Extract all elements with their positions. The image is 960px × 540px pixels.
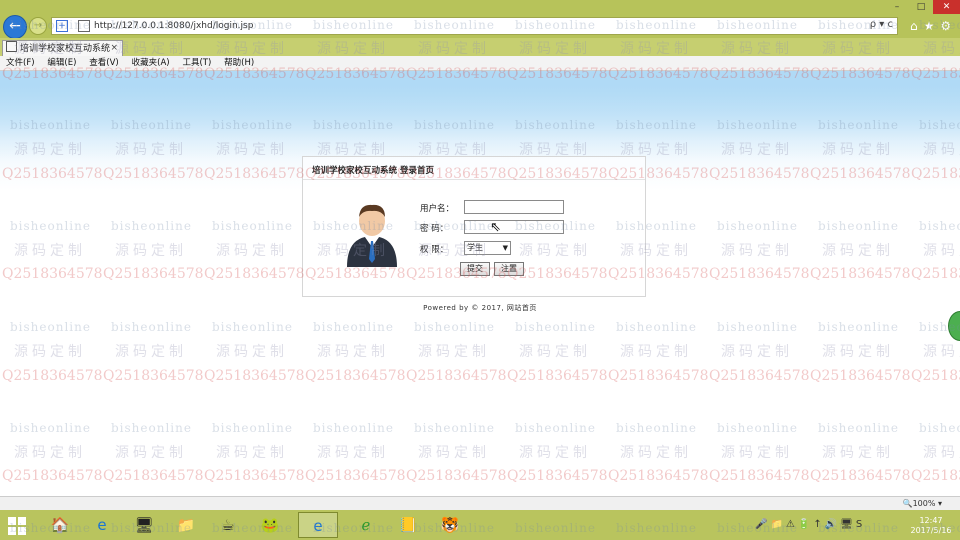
floating-chat-widget[interactable] [948,311,960,341]
clock[interactable]: 12:47 2017/5/16 [906,516,956,536]
menu-file[interactable]: 文件(F) [0,56,39,70]
role-select[interactable]: 学生 ▼ [464,241,511,255]
page-icon [78,20,90,32]
tab-row: 培训学校家校互动系统 × [0,38,960,56]
password-label: 密 码： [420,224,449,234]
ie-active-taskbar-icon[interactable]: e [298,512,338,538]
status-bar: 🔍100% ▾ [0,496,960,511]
page-icon [6,41,17,52]
folder-taskbar-icon[interactable]: 📁 [166,512,206,538]
role-label: 权 限： [420,245,449,255]
chevron-down-icon: ▼ [502,244,508,252]
minimize-button[interactable]: – [885,0,909,14]
page-footer: Powered by © 2017, 网站首页 [423,304,537,312]
address-bar[interactable]: + http://127.0.0.1:8080/jxhd/login.jsp ρ… [51,17,898,35]
windows-taskbar: 🏠 e 🖥 📁 ☕ 🐸 e ℯ 📒 🐯 🎤📁⚠🔋↑🔊🖥S 12:47 2017/… [0,510,960,540]
menu-view[interactable]: 查看(V) [83,56,122,70]
submit-button[interactable]: 提交 [460,262,490,276]
maximize-button[interactable]: □ [909,0,933,14]
taskbar-app-6[interactable]: 🐸 [250,512,290,538]
search-refresh-buttons[interactable]: ρ ▾ c [870,19,893,30]
clock-time: 12:47 [919,516,943,525]
taskbar-app-10[interactable]: 🐯 [430,512,470,538]
user-avatar-icon [347,204,397,267]
close-tab-icon[interactable]: × [110,41,118,55]
page-content: 培训学校家校互动系统 登录首页 用户名： 密 码： 权 限： 学生 ▼ 提交 注… [0,71,960,496]
back-button[interactable]: ← [3,15,27,39]
menu-edit[interactable]: 编辑(E) [41,56,80,70]
menu-favorites[interactable]: 收藏夹(A) [126,56,174,70]
login-title: 培训学校家校互动系统 登录首页 [312,166,434,176]
windows-start-icon[interactable] [8,517,26,535]
taskbar-app-8[interactable]: ℯ [346,512,386,538]
menu-tools[interactable]: 工具(T) [176,56,215,70]
login-header: 培训学校家校互动系统 登录首页 [303,157,645,180]
mouse-cursor-icon: ⇖ [490,220,501,235]
system-tray-icons[interactable]: 🎤📁⚠🔋↑🔊🖥S [755,519,865,530]
menu-bar: 文件(F) 编辑(E) 查看(V) 收藏夹(A) 工具(T) 帮助(H) [0,56,960,71]
taskbar-app-3[interactable]: 🖥 [124,512,164,538]
username-input[interactable] [464,200,564,214]
login-panel: 培训学校家校互动系统 登录首页 用户名： 密 码： 权 限： 学生 ▼ 提交 注… [302,156,646,297]
taskbar-app-1[interactable]: 🏠 [40,512,80,538]
menu-help[interactable]: 帮助(H) [218,56,258,70]
reset-button[interactable]: 注置 [494,262,524,276]
ie-taskbar-icon[interactable]: e [82,512,122,538]
compatibility-view-icon[interactable]: + [56,20,68,32]
taskbar-app-9[interactable]: 📒 [388,512,428,538]
browser-titlebar: ← → + http://127.0.0.1:8080/jxhd/login.j… [0,0,960,39]
role-selected-value: 学生 [467,243,483,252]
clock-date: 2017/5/16 [910,526,952,535]
close-window-button[interactable]: ✕ [933,0,960,14]
home-favorites-settings-icons[interactable]: ⌂★⚙ [910,19,957,33]
browser-tab-active[interactable]: 培训学校家校互动系统 × [2,40,123,56]
java-taskbar-icon[interactable]: ☕ [208,512,248,538]
header-band [0,71,960,161]
password-input[interactable] [464,220,564,234]
tab-title: 培训学校家校互动系统 [20,44,111,54]
url-text[interactable]: http://127.0.0.1:8080/jxhd/login.jsp [94,21,253,31]
username-label: 用户名： [420,204,455,214]
forward-button[interactable]: → [29,17,47,35]
zoom-level[interactable]: 🔍100% ▾ [903,499,942,508]
